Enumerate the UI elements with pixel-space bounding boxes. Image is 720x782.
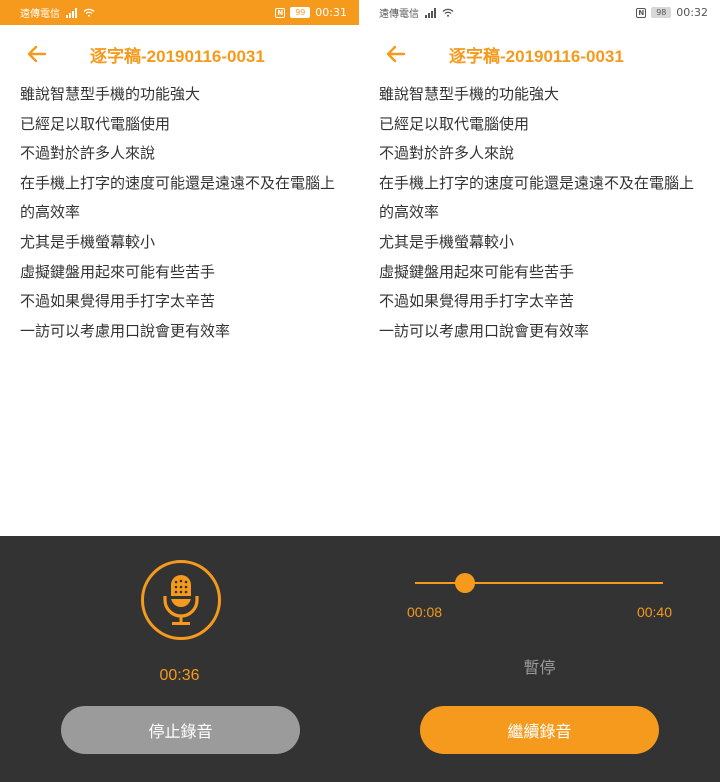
- status-bar: 遠傳電信 N 99 00:31: [0, 0, 359, 25]
- recording-timer: 00:36: [159, 667, 200, 684]
- wifi-icon: [442, 8, 454, 17]
- status-time: 00:32: [676, 6, 708, 19]
- transcript-text: 雖說智慧型手機的功能強大 已經足以取代電腦使用 不過對於許多人來說 在手機上打字…: [20, 80, 341, 346]
- transcript-line: 不過對於許多人來說: [379, 144, 515, 163]
- transcript-line: 在手機上打字的速度可能還是遠遠不及在電腦上: [20, 173, 336, 192]
- transcript-line: 尤其是手機螢幕較小: [20, 232, 156, 251]
- total-time: 00:40: [636, 604, 672, 620]
- arrow-left-icon[interactable]: [26, 43, 48, 65]
- app-header: 逐字稿-20190116-0031: [0, 38, 359, 70]
- transcript-line: 虛擬鍵盤用起來可能有些苦手: [20, 262, 216, 281]
- wifi-icon: [83, 8, 95, 17]
- app-header: 逐字稿-20190116-0031: [359, 38, 720, 70]
- slider-thumb[interactable]: [454, 573, 475, 593]
- transcript-line: 已經足以取代電腦使用: [20, 114, 171, 133]
- arrow-left-icon[interactable]: [385, 43, 407, 65]
- microphone-icon: [163, 575, 199, 625]
- transcript-line: 不過如果覺得用手打字太辛苦: [20, 292, 216, 311]
- signal-icon: [425, 7, 436, 18]
- transcript-line: 已經足以取代電腦使用: [379, 114, 530, 133]
- battery-indicator: 99: [290, 7, 311, 18]
- microphone-button[interactable]: [141, 560, 221, 640]
- transcript-line: 尤其是手機螢幕較小: [379, 232, 515, 251]
- transcript-line: 的高效率: [379, 203, 440, 222]
- transcript-text: 雖說智慧型手機的功能強大 已經足以取代電腦使用 不過對於許多人來說 在手機上打字…: [379, 80, 702, 346]
- transcript-line: 虛擬鍵盤用起來可能有些苦手: [379, 262, 575, 281]
- status-bar: 遠傳電信 N 98 00:32: [359, 0, 720, 25]
- signal-icon: [66, 7, 77, 18]
- status-time: 00:31: [315, 6, 347, 19]
- transcript-line: 一訪可以考慮用口說會更有效率: [379, 321, 590, 340]
- recording-screen: 遠傳電信 N 99 00:31 逐字稿-20190116-0031 雖說智慧型手…: [0, 0, 359, 782]
- transcript-line: 在手機上打字的速度可能還是遠遠不及在電腦上: [379, 173, 695, 192]
- stop-recording-button[interactable]: 停止錄音: [61, 706, 300, 754]
- battery-indicator: 98: [651, 7, 672, 18]
- carrier-label: 遠傳電信: [379, 9, 419, 20]
- resume-recording-button[interactable]: 繼續錄音: [420, 706, 659, 754]
- nfc-icon: N: [275, 7, 286, 18]
- transcript-line: 的高效率: [20, 203, 81, 222]
- page-title: 逐字稿-20190116-0031: [90, 47, 265, 66]
- playback-panel: 00:08 00:40 暫停 繼續錄音: [359, 536, 720, 782]
- transcript-line: 雖說智慧型手機的功能強大: [20, 85, 201, 103]
- recording-panel: 00:36 停止錄音: [0, 536, 359, 782]
- transcript-line: 一訪可以考慮用口說會更有效率: [20, 321, 231, 340]
- carrier-label: 遠傳電信: [20, 9, 60, 20]
- current-time: 00:08: [407, 604, 443, 620]
- transcript-line: 不過對於許多人來說: [20, 144, 156, 163]
- transcript-line: 雖說智慧型手機的功能強大: [379, 85, 560, 103]
- transcript-line: 不過如果覺得用手打字太辛苦: [379, 292, 575, 311]
- paused-screen: 遠傳電信 N 98 00:32 逐字稿-20190116-0031 雖說智慧型手…: [359, 0, 720, 782]
- nfc-icon: N: [636, 7, 647, 18]
- playback-slider[interactable]: [415, 582, 663, 584]
- paused-status: 暫停: [523, 658, 556, 677]
- page-title: 逐字稿-20190116-0031: [449, 47, 624, 66]
